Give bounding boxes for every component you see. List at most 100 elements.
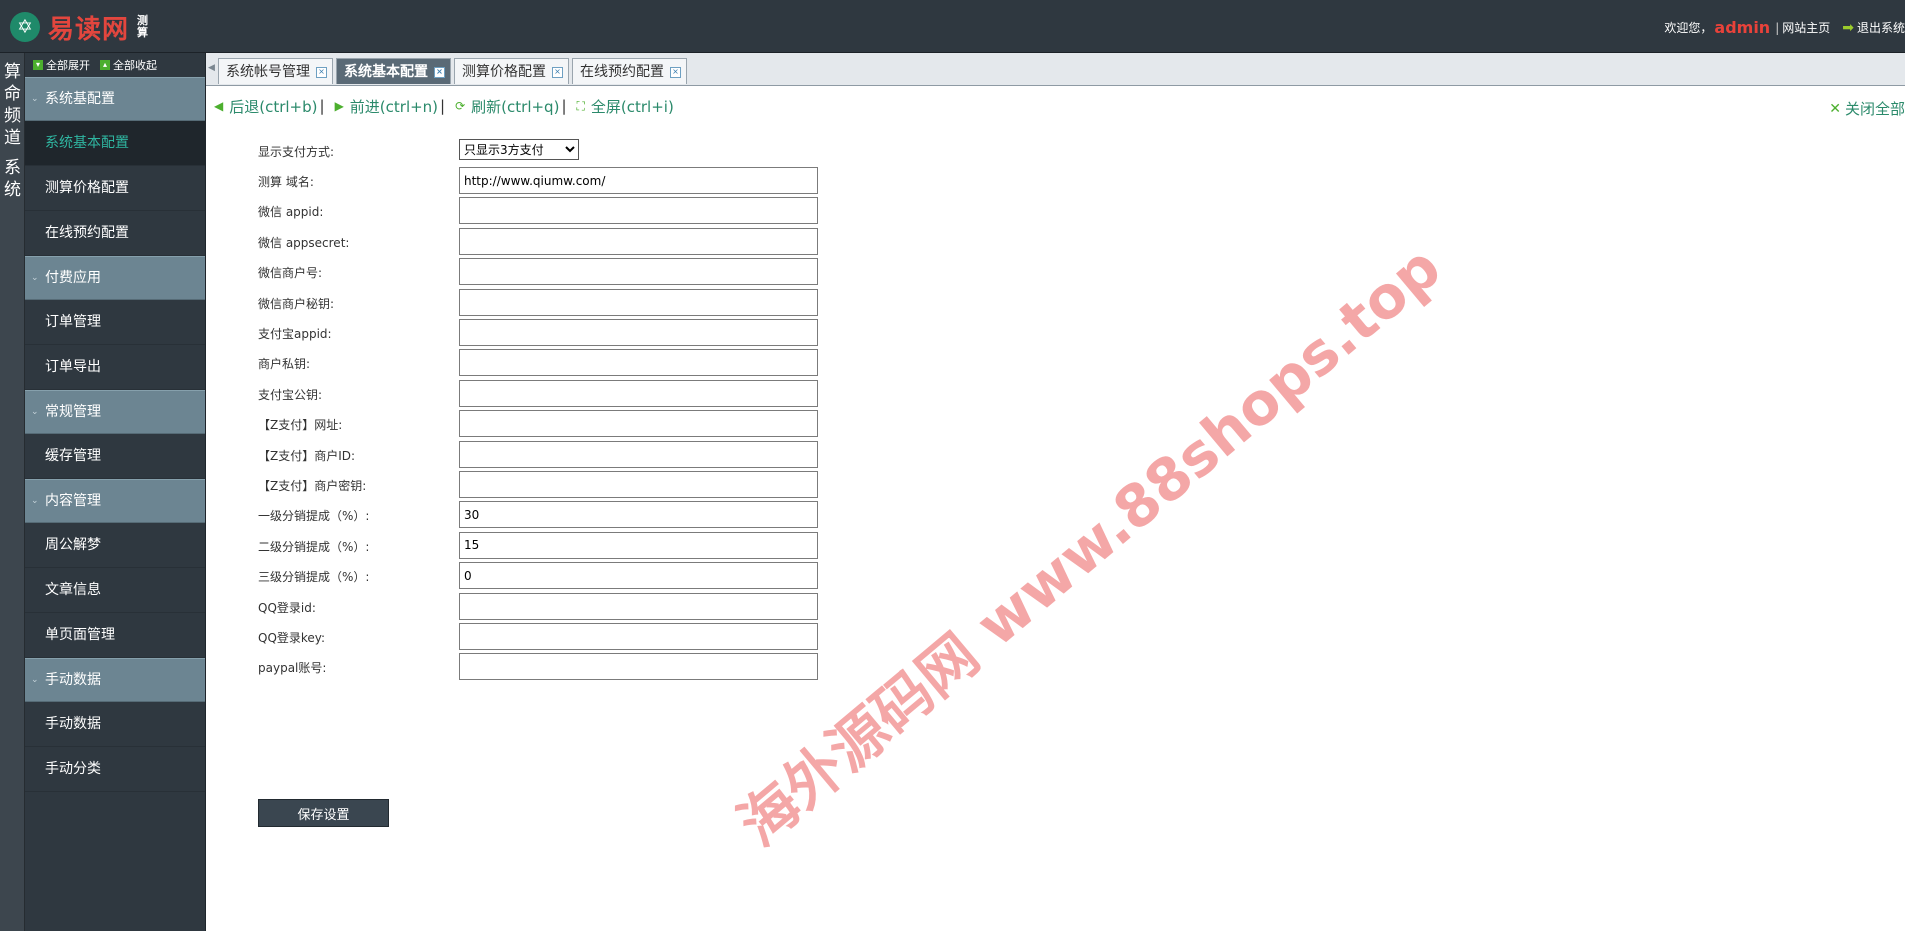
sidebar-item[interactable]: 订单管理 xyxy=(25,300,205,345)
form-row: 商户私钥: xyxy=(258,349,818,377)
sidebar-item[interactable]: 文章信息 xyxy=(25,568,205,613)
tab-close-icon[interactable]: × xyxy=(670,67,681,78)
form-row: 【Z支付】商户密钥: xyxy=(258,471,818,499)
tab[interactable]: 测算价格配置 × xyxy=(454,58,569,84)
sidebar-group[interactable]: ⌄ 手动数据 xyxy=(25,658,205,702)
field-label: paypal账号: xyxy=(258,661,327,676)
field-label: 微信商户秘钥: xyxy=(258,296,335,311)
sidebar-item[interactable]: 周公解梦 xyxy=(25,523,205,568)
config-input[interactable] xyxy=(459,379,818,407)
tab-bar: ◀ 系统帐号管理 × 系统基本配置 × 测算价格配置 × 在线预约配置 × xyxy=(206,53,1905,86)
sidebar-item[interactable]: 手动分类 xyxy=(25,747,205,792)
expand-all-button[interactable]: ▾ 全部展开 xyxy=(33,57,90,73)
save-button[interactable]: 保存设置 xyxy=(258,799,389,827)
sidebar-item-label: 内容管理 xyxy=(45,493,101,509)
channel-system[interactable]: 系统 xyxy=(0,149,25,201)
chevron-down-icon: ⌄ xyxy=(31,273,39,283)
fullscreen-button[interactable]: ⛶ 全屏(ctrl+i) xyxy=(569,96,674,117)
user-area: 欢迎您， admin | 网站主页 ➡ 退出系统 xyxy=(1664,18,1905,37)
arrow-left-icon: ◀ xyxy=(214,99,224,113)
fullscreen-icon: ⛶ xyxy=(576,98,585,113)
field-label: 微信商户号: xyxy=(258,266,323,281)
config-input[interactable] xyxy=(459,440,818,468)
expand-all-label: 全部展开 xyxy=(46,59,90,72)
sidebar-item-label: 文章信息 xyxy=(45,582,101,598)
close-icon: ✕ xyxy=(1829,100,1841,117)
sidebar-group[interactable]: ⌄ 付费应用 xyxy=(25,256,205,300)
sidebar-group[interactable]: ⌄ 内容管理 xyxy=(25,479,205,523)
sidebar-item[interactable]: 订单导出 xyxy=(25,345,205,390)
arrow-right-icon: ▶ xyxy=(334,99,344,113)
tabs: 系统帐号管理 × 系统基本配置 × 测算价格配置 × 在线预约配置 × xyxy=(218,58,690,84)
close-all-button[interactable]: ✕ 关闭全部 xyxy=(1829,98,1905,119)
sidebar-item-label: 缓存管理 xyxy=(45,448,101,464)
config-input[interactable] xyxy=(459,349,818,377)
channel-fortune[interactable]: 算命频道 xyxy=(0,53,25,149)
tab-scroll-left-icon[interactable]: ◀ xyxy=(208,63,215,73)
pay-mode-select[interactable]: 只显示3方支付 xyxy=(459,139,579,160)
refresh-button[interactable]: ⟳ 刷新(ctrl+q) xyxy=(447,96,559,117)
field-label: 支付宝appid: xyxy=(258,327,332,341)
tab-close-icon[interactable]: × xyxy=(434,67,445,78)
logo-subtitle: 测算 xyxy=(137,14,149,39)
form-row: 微信 appsecret: xyxy=(258,227,818,256)
field-label: 测算 域名: xyxy=(258,175,314,189)
config-input[interactable] xyxy=(459,258,818,286)
config-input[interactable] xyxy=(459,471,818,498)
sidebar-group[interactable]: ⌄ 常规管理 xyxy=(25,390,205,434)
username[interactable]: admin xyxy=(1714,18,1770,37)
config-input[interactable] xyxy=(459,288,818,316)
site-home-link[interactable]: 网站主页 xyxy=(1782,19,1830,36)
config-input[interactable] xyxy=(459,319,818,346)
config-input[interactable] xyxy=(459,410,818,438)
sidebar: ▾ 全部展开 ▴ 全部收起 ⌄ 系统基配置 系统基本配置测算价格配置 在线预约配置 ⌄ 付… xyxy=(25,53,206,931)
tab[interactable]: 系统基本配置 × xyxy=(336,58,451,84)
config-input[interactable] xyxy=(459,592,818,620)
tab-close-icon[interactable]: × xyxy=(316,67,327,78)
tab-close-icon[interactable]: × xyxy=(552,67,563,78)
config-input[interactable] xyxy=(459,167,818,194)
form-row: 三级分销提成（%）: xyxy=(258,562,818,590)
sidebar-item-label: 订单导出 xyxy=(45,359,101,375)
sidebar-item-label: 在线预约配置 xyxy=(45,225,129,241)
sidebar-item-label: 手动数据 xyxy=(45,716,101,732)
nav-bar: ◀ 后退(ctrl+b) | ▶ 前进(ctrl+n) | ⟳ 刷新(ctrl+… xyxy=(206,86,1905,126)
sidebar-group[interactable]: ⌄ 系统基配置 xyxy=(25,77,205,121)
tab[interactable]: 系统帐号管理 × xyxy=(218,58,333,84)
nav-divider: | xyxy=(561,97,567,115)
config-input[interactable] xyxy=(459,653,818,681)
logo-text: 易读网 xyxy=(48,14,130,45)
nav-divider: | xyxy=(440,97,446,115)
form-row: 微信商户秘钥: xyxy=(258,288,818,317)
sidebar-item[interactable]: 在线预约配置 xyxy=(25,211,205,256)
tab[interactable]: 在线预约配置 × xyxy=(572,58,687,84)
config-input[interactable] xyxy=(459,623,818,650)
form-row: 一级分销提成（%）: xyxy=(258,501,818,529)
sidebar-item[interactable]: 测算价格配置 xyxy=(25,166,205,211)
config-input[interactable] xyxy=(459,227,818,255)
sidebar-tools: ▾ 全部展开 ▴ 全部收起 xyxy=(25,53,205,77)
sidebar-item[interactable]: 缓存管理 xyxy=(25,434,205,479)
form-row: QQ登录key: xyxy=(258,623,818,651)
logo[interactable]: ✡ 易读网 测算 xyxy=(10,10,151,45)
sidebar-menu: ⌄ 系统基配置 系统基本配置测算价格配置 在线预约配置 ⌄ 付费应用 订单管理订单导出 ⌄ 常规… xyxy=(25,77,205,792)
logout-link[interactable]: 退出系统 xyxy=(1857,19,1905,36)
form-row: paypal账号: xyxy=(258,653,818,681)
field-label: 支付宝公钥: xyxy=(258,387,323,402)
form-row: 二级分销提成（%）: xyxy=(258,531,818,560)
sidebar-item-label: 测算价格配置 xyxy=(45,180,129,196)
sidebar-item[interactable]: 单页面管理 xyxy=(25,613,205,658)
config-input[interactable] xyxy=(459,501,818,529)
config-input[interactable] xyxy=(459,197,818,225)
back-button[interactable]: ◀ 后退(ctrl+b) xyxy=(206,96,318,117)
refresh-icon: ⟳ xyxy=(455,99,466,113)
collapse-all-button[interactable]: ▴ 全部收起 xyxy=(100,57,157,73)
tab-label: 测算价格配置 xyxy=(462,64,546,80)
config-input[interactable] xyxy=(459,531,818,559)
sidebar-item[interactable]: 手动数据 xyxy=(25,702,205,747)
forward-label: 前进(ctrl+n) xyxy=(349,97,439,116)
sidebar-item[interactable]: 系统基本配置 xyxy=(25,121,205,166)
field-label: 三级分销提成（%）: xyxy=(258,570,370,585)
config-input[interactable] xyxy=(459,562,818,590)
forward-button[interactable]: ▶ 前进(ctrl+n) xyxy=(327,96,438,117)
